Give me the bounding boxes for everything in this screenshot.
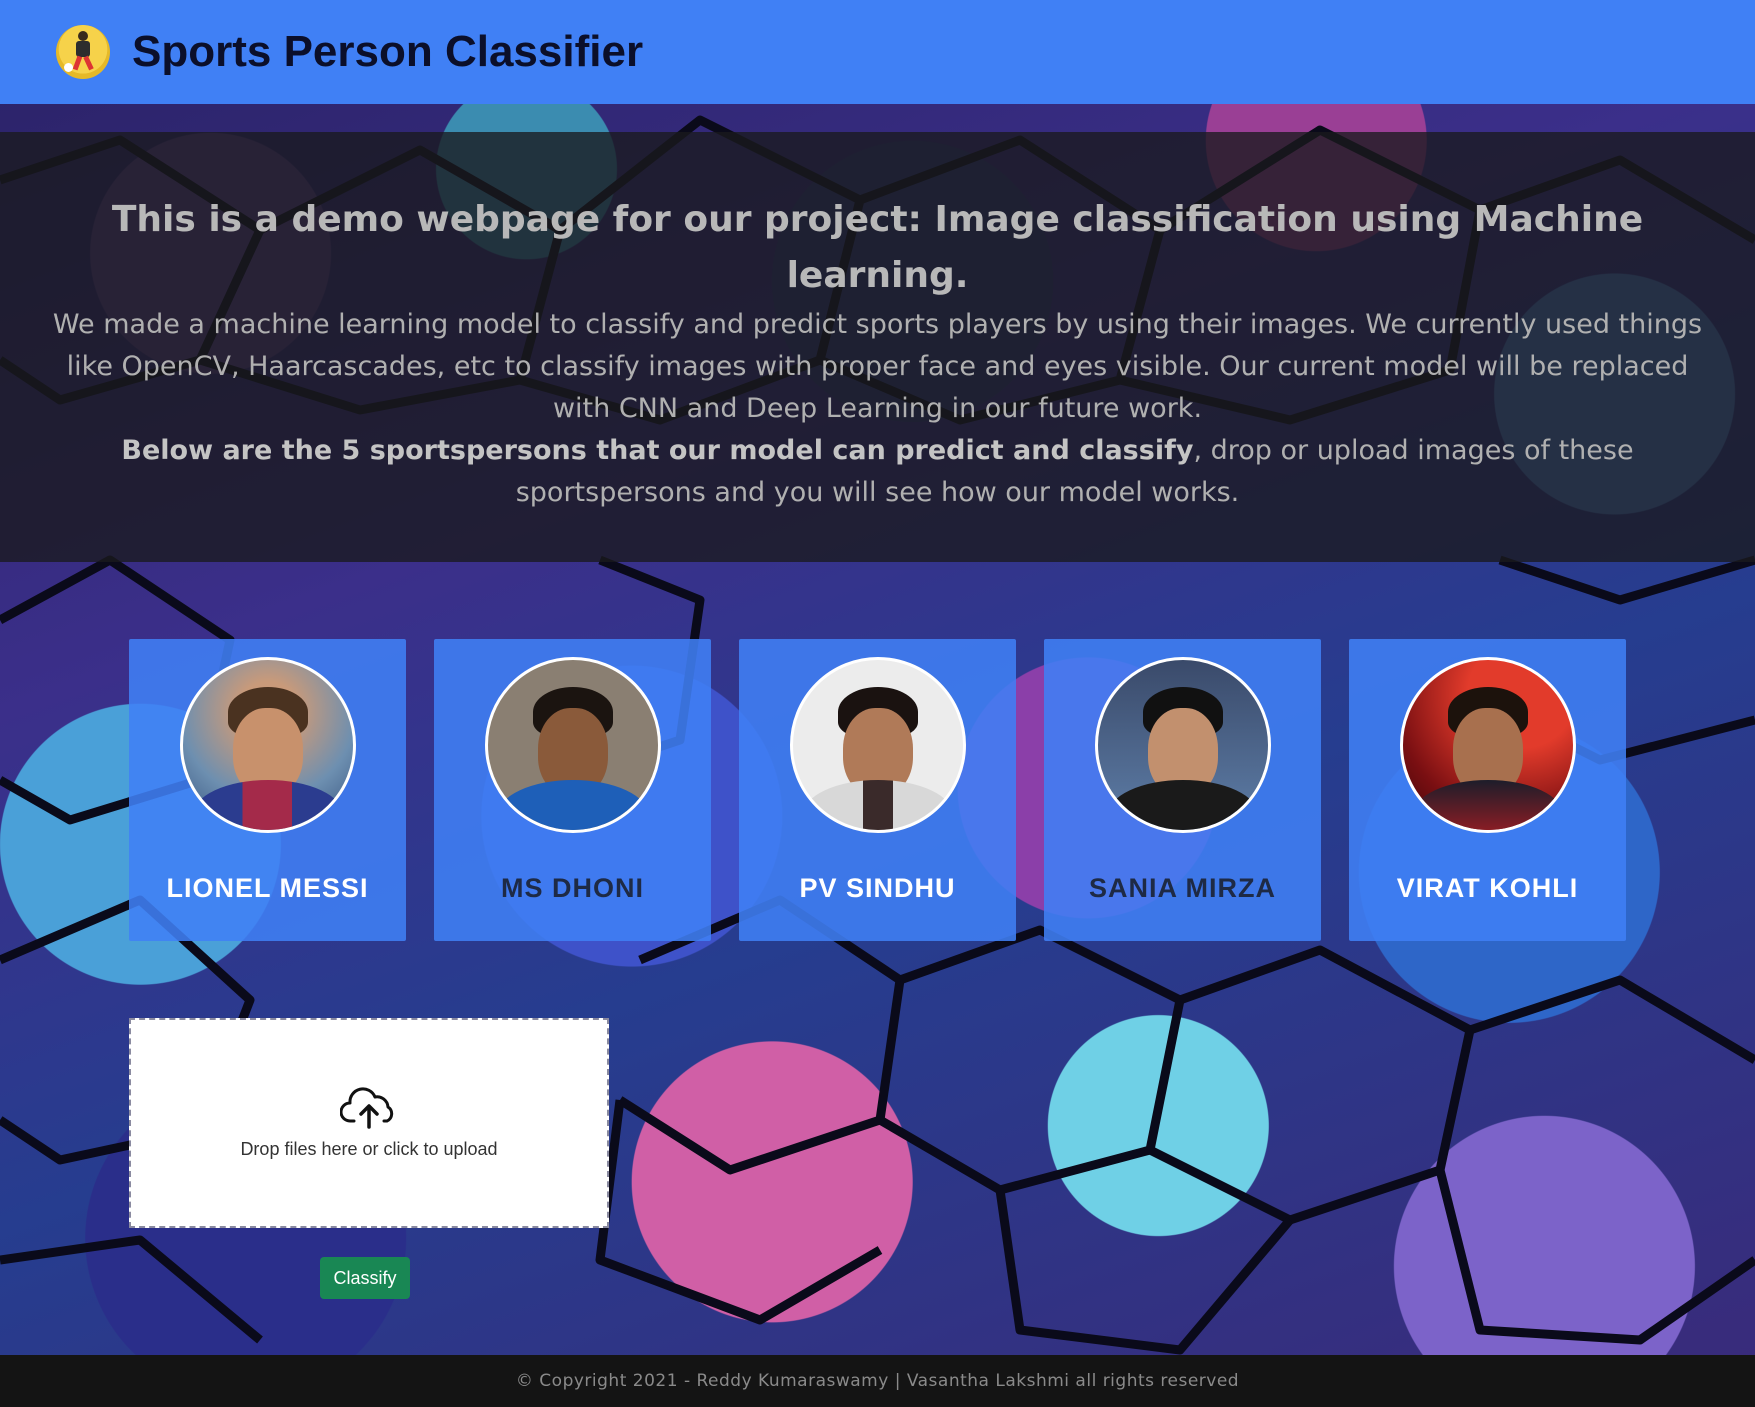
player-cards: LIONEL MESSI MS DHONI PV SINDHU SANIA MI…: [129, 639, 1626, 941]
player-card-mirza[interactable]: SANIA MIRZA: [1044, 639, 1321, 941]
dropzone-label: Drop files here or click to upload: [240, 1138, 498, 1159]
cloud-upload-icon: [340, 1086, 394, 1129]
classify-button[interactable]: Classify: [320, 1257, 410, 1299]
player-card-sindhu[interactable]: PV SINDHU: [739, 639, 1016, 941]
player-card-kohli[interactable]: VIRAT KOHLI: [1349, 639, 1626, 941]
player-card-dhoni[interactable]: MS DHONI: [434, 639, 711, 941]
copyright-text: © Copyright 2021 - Reddy Kumaraswamy | V…: [515, 1371, 1240, 1391]
intro-instructions: Below are the 5 sportspersons that our m…: [0, 430, 1755, 514]
soccer-player-icon[interactable]: [56, 25, 110, 79]
player-name: VIRAT KOHLI: [1396, 873, 1579, 903]
intro-heading: This is a demo webpage for our project: …: [111, 199, 1644, 296]
intro-banner: This is a demo webpage for our project: …: [0, 132, 1755, 562]
player-name: MS DHONI: [501, 873, 644, 903]
top-navbar: Sports Person Classifier: [0, 0, 1755, 104]
player-photo: [1399, 657, 1576, 833]
player-photo: [1094, 657, 1271, 833]
player-photo: [484, 657, 661, 833]
player-photo: [179, 657, 356, 833]
player-name: PV SINDHU: [799, 873, 956, 903]
player-card-messi[interactable]: LIONEL MESSI: [129, 639, 406, 941]
intro-paragraph: We made a machine learning model to clas…: [52, 309, 1703, 424]
player-name: SANIA MIRZA: [1089, 873, 1276, 903]
file-dropzone[interactable]: Drop files here or click to upload: [129, 1018, 609, 1228]
site-title[interactable]: Sports Person Classifier: [132, 27, 643, 77]
player-photo: [789, 657, 966, 833]
player-name: LIONEL MESSI: [166, 873, 369, 903]
footer: © Copyright 2021 - Reddy Kumaraswamy | V…: [0, 1355, 1755, 1407]
intro-instructions-bold: Below are the 5 sportspersons that our m…: [121, 435, 1194, 466]
